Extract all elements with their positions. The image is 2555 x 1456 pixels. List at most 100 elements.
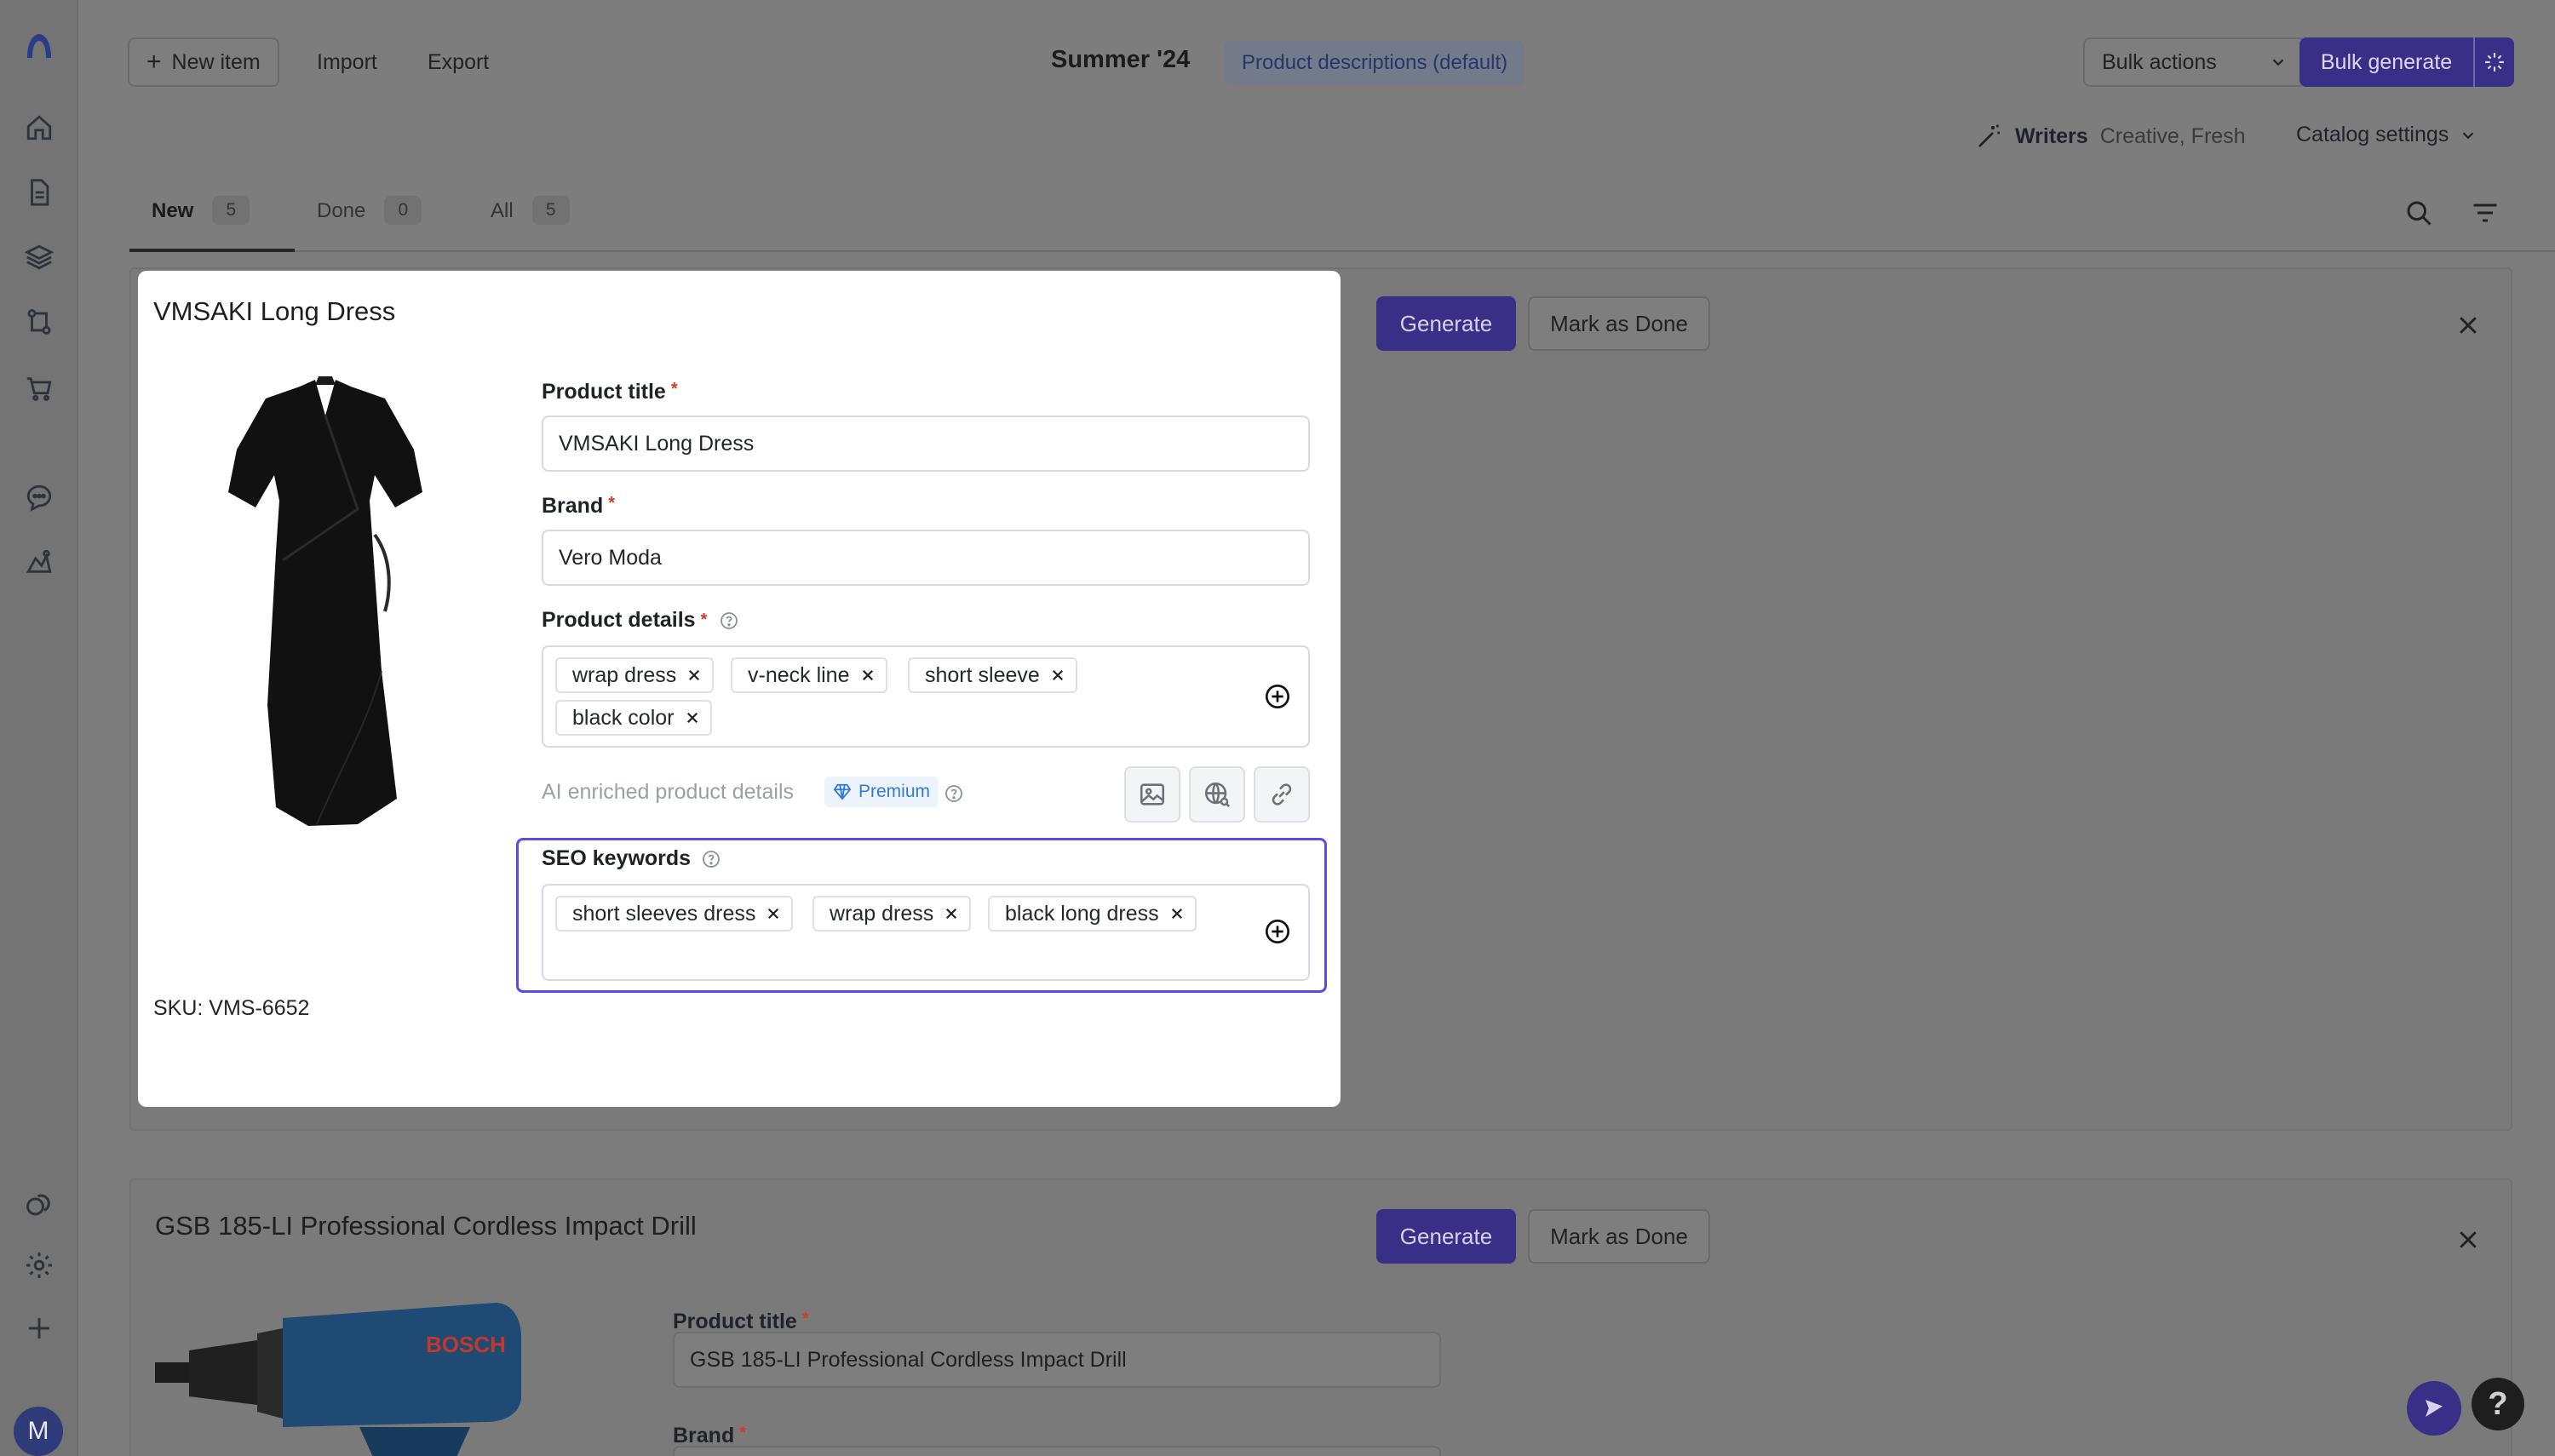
help-icon[interactable] bbox=[701, 849, 721, 869]
label-text: SEO keywords bbox=[542, 846, 692, 870]
tab-done[interactable]: Done 0 bbox=[317, 187, 422, 249]
tab-new[interactable]: New 5 bbox=[152, 187, 250, 249]
tab-label: Done bbox=[317, 199, 366, 222]
cart-icon[interactable] bbox=[22, 371, 56, 405]
brand-input[interactable] bbox=[673, 1446, 1441, 1456]
template-badge[interactable]: Product descriptions (default) bbox=[1225, 41, 1525, 85]
tag-label: wrap dress bbox=[572, 662, 677, 687]
label-text: Brand bbox=[542, 494, 604, 518]
dress-photo bbox=[215, 364, 436, 841]
tab-count: 0 bbox=[384, 196, 422, 225]
globe-search-icon bbox=[1203, 780, 1232, 809]
remove-tag-icon[interactable] bbox=[766, 906, 781, 921]
chat-button[interactable] bbox=[2407, 1381, 2461, 1436]
remove-tag-icon[interactable] bbox=[944, 906, 959, 921]
help-icon[interactable] bbox=[719, 610, 739, 631]
catalog-settings-label: Catalog settings bbox=[2296, 123, 2449, 146]
add-tag-icon[interactable] bbox=[1264, 918, 1291, 945]
send-icon bbox=[2421, 1396, 2447, 1421]
tag-chip[interactable]: black long dress bbox=[988, 896, 1197, 931]
workflow-icon[interactable] bbox=[22, 305, 56, 339]
analytics-icon[interactable] bbox=[22, 545, 56, 579]
help-icon[interactable] bbox=[944, 783, 964, 804]
layers-icon[interactable] bbox=[22, 240, 56, 274]
brand-input[interactable]: Vero Moda bbox=[542, 530, 1310, 586]
remove-tag-icon[interactable] bbox=[686, 668, 702, 683]
product-title-input[interactable]: GSB 185-LI Professional Cordless Impact … bbox=[673, 1332, 1441, 1388]
tag-chip[interactable]: short sleeves dress bbox=[555, 896, 794, 931]
chat-icon[interactable] bbox=[22, 480, 56, 514]
document-icon[interactable] bbox=[22, 175, 56, 209]
export-button[interactable]: Export bbox=[428, 37, 489, 87]
active-tab-indicator bbox=[129, 249, 295, 252]
bulk-generate-button[interactable]: Bulk generate bbox=[2300, 37, 2473, 87]
integrations-icon[interactable] bbox=[22, 1187, 56, 1221]
tab-label: New bbox=[152, 199, 194, 222]
tag-chip[interactable]: short sleeve bbox=[908, 657, 1077, 693]
image-source-button[interactable] bbox=[1124, 766, 1180, 823]
avatar[interactable]: M bbox=[14, 1407, 63, 1456]
seo-keywords-tags[interactable]: short sleeves dress wrap dress black lon… bbox=[542, 884, 1310, 981]
product-card-title: GSB 185-LI Professional Cordless Impact … bbox=[155, 1211, 697, 1241]
required-marker: * bbox=[608, 494, 616, 513]
add-icon[interactable] bbox=[22, 1311, 56, 1345]
tag-label: short sleeve bbox=[925, 662, 1040, 687]
brand-label: Brand * bbox=[673, 1424, 746, 1448]
help-button[interactable]: ? bbox=[2472, 1378, 2524, 1430]
tag-chip[interactable]: wrap dress bbox=[812, 896, 972, 931]
bulk-actions-button[interactable]: Bulk actions bbox=[2083, 37, 2306, 87]
mark-as-done-button[interactable]: Mark as Done bbox=[1528, 1209, 1710, 1264]
tag-label: short sleeves dress bbox=[572, 901, 756, 926]
product-details-tags[interactable]: wrap dress v-neck line short sleeve blac… bbox=[542, 645, 1310, 748]
close-icon[interactable] bbox=[2451, 308, 2485, 342]
required-marker: * bbox=[700, 610, 708, 629]
label-text: Brand bbox=[673, 1424, 735, 1447]
writers-selector[interactable]: Writers Creative, Fresh bbox=[1976, 123, 2246, 150]
tab-label: All bbox=[491, 199, 514, 222]
sparkle-icon[interactable] bbox=[2473, 37, 2514, 87]
catalog-title: Summer '24 bbox=[1051, 46, 1191, 73]
premium-badge[interactable]: Premium bbox=[824, 777, 939, 807]
logo-icon[interactable] bbox=[22, 29, 56, 63]
remove-tag-icon[interactable] bbox=[860, 668, 876, 683]
catalog-settings-button[interactable]: Catalog settings bbox=[2296, 123, 2477, 147]
add-tag-icon[interactable] bbox=[1264, 683, 1291, 710]
tab-all[interactable]: All 5 bbox=[491, 187, 570, 249]
image-icon bbox=[1138, 780, 1167, 809]
web-source-button[interactable] bbox=[1189, 766, 1245, 823]
premium-label: Premium bbox=[858, 782, 931, 801]
required-marker: * bbox=[801, 1310, 809, 1328]
product-title-input[interactable]: VMSAKI Long Dress bbox=[542, 416, 1310, 472]
mark-as-done-button[interactable]: Mark as Done bbox=[1528, 296, 1710, 351]
ai-enriched-label: AI enriched product details bbox=[542, 780, 795, 804]
label-text: Product title bbox=[673, 1310, 797, 1333]
tag-chip[interactable]: wrap dress bbox=[555, 657, 715, 693]
bulk-actions-label: Bulk actions bbox=[2102, 49, 2217, 74]
tag-label: wrap dress bbox=[830, 901, 934, 926]
tag-chip[interactable]: v-neck line bbox=[731, 657, 887, 693]
drill-photo: BOSCH bbox=[155, 1269, 530, 1456]
home-icon[interactable] bbox=[22, 111, 56, 145]
label-text: Product details bbox=[542, 608, 696, 632]
search-icon[interactable] bbox=[2403, 198, 2434, 228]
remove-tag-icon[interactable] bbox=[685, 710, 700, 725]
product-details-label: Product details * bbox=[542, 608, 739, 633]
generate-button[interactable]: Generate bbox=[1376, 1209, 1516, 1264]
remove-tag-icon[interactable] bbox=[1169, 906, 1185, 921]
brand-label: Brand * bbox=[542, 494, 615, 519]
link-source-button[interactable] bbox=[1254, 766, 1310, 823]
new-item-button[interactable]: + New item bbox=[128, 37, 279, 87]
import-button[interactable]: Import bbox=[317, 37, 377, 87]
product-card-title: VMSAKI Long Dress bbox=[153, 296, 396, 326]
settings-icon[interactable] bbox=[22, 1248, 56, 1282]
required-marker: * bbox=[670, 380, 678, 398]
generate-button[interactable]: Generate bbox=[1376, 296, 1516, 351]
filter-icon[interactable] bbox=[2470, 198, 2500, 228]
remove-tag-icon[interactable] bbox=[1050, 668, 1065, 683]
close-icon[interactable] bbox=[2451, 1223, 2485, 1257]
sku-label: SKU: VMS-6652 bbox=[153, 996, 310, 1020]
tab-count: 5 bbox=[531, 196, 570, 225]
tag-label: black color bbox=[572, 705, 675, 730]
tag-label: v-neck line bbox=[748, 662, 850, 687]
tag-chip[interactable]: black color bbox=[555, 700, 712, 736]
